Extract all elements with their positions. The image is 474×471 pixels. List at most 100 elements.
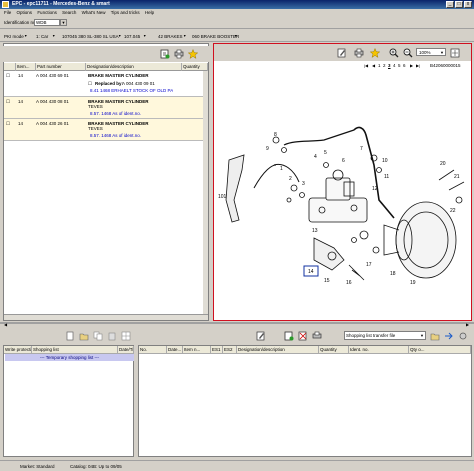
chevron-down-icon[interactable]: ▼ <box>143 34 146 38</box>
grid-icon[interactable] <box>121 331 131 341</box>
edit-icon[interactable] <box>337 48 347 58</box>
chevron-down-icon[interactable]: ▼ <box>234 34 237 38</box>
callout-16[interactable]: 16 <box>346 280 352 286</box>
chevron-down-icon[interactable]: ▼ <box>420 332 424 340</box>
close-button[interactable]: x <box>464 1 472 8</box>
callout-14[interactable]: 14 <box>308 269 314 275</box>
open-icon[interactable] <box>79 331 89 341</box>
star-icon[interactable] <box>370 48 380 58</box>
settings-icon[interactable] <box>458 331 468 341</box>
callout-1[interactable]: 1 <box>280 166 283 172</box>
menu-help[interactable]: Help <box>145 10 154 15</box>
first-page-icon[interactable]: |◀ <box>364 63 368 68</box>
next-page-icon[interactable]: ▶ <box>410 63 413 68</box>
callout-12[interactable]: 12 <box>372 186 378 192</box>
remove-icon[interactable] <box>298 331 308 341</box>
page-5[interactable]: 5 <box>398 63 401 68</box>
callout-10[interactable]: 10 <box>382 158 388 164</box>
col-no[interactable]: No. <box>139 346 167 354</box>
col-designation[interactable]: Designation/description <box>237 346 319 354</box>
table-row[interactable]: ☐ 14 A 004 430 08 01 BRAKE MASTER CYLIND… <box>4 97 208 119</box>
zoom-out-icon[interactable] <box>403 48 413 58</box>
transfer-file-select[interactable]: Shopping list transfer file ▼ <box>344 331 426 340</box>
callout-17[interactable]: 17 <box>366 262 372 268</box>
minimize-button[interactable]: _ <box>446 1 454 8</box>
col-shopping-list[interactable]: Shopping list <box>32 346 118 354</box>
callout-101[interactable]: 101 <box>218 194 227 200</box>
callout-2[interactable]: 2 <box>289 176 292 182</box>
callout-6[interactable]: 6 <box>342 158 345 164</box>
vertical-scrollbar[interactable] <box>203 71 208 314</box>
footnote-link[interactable]: 8.57. 1468 As of ident.no. <box>90 111 141 116</box>
callout-8[interactable]: 8 <box>274 132 277 138</box>
breadcrumb-group[interactable]: 42 BRAKES <box>158 34 183 39</box>
menu-tips[interactable]: Tips and tricks <box>111 10 140 15</box>
col-date[interactable]: Date... <box>167 346 183 354</box>
delete-icon[interactable] <box>107 331 117 341</box>
replaced-by-part[interactable]: A 004 430 09 01 <box>122 81 155 86</box>
row-checkbox[interactable]: ☐ <box>6 121 10 127</box>
callout-15[interactable]: 15 <box>324 278 330 284</box>
new-list-icon[interactable] <box>65 331 75 341</box>
callout-19[interactable]: 19 <box>410 280 416 286</box>
callout-3[interactable]: 3 <box>302 181 305 187</box>
callout-21[interactable]: 21 <box>454 174 460 180</box>
page-1[interactable]: 1 <box>378 63 381 68</box>
chevron-down-icon[interactable]: ▼ <box>52 34 55 38</box>
col-quantity[interactable]: Quantity <box>182 63 208 71</box>
prev-page-icon[interactable]: ◀ <box>372 63 375 68</box>
callout-11[interactable]: 11 <box>384 174 389 180</box>
col-item-no[interactable]: Item n... <box>183 346 211 354</box>
callout-20[interactable]: 20 <box>440 161 446 167</box>
footnote-link[interactable]: 8.41 1468 ERHAELT STOCK OF OLD PA <box>90 88 173 93</box>
menu-whats-new[interactable]: What's New <box>82 10 106 15</box>
callout-4[interactable]: 4 <box>314 154 317 160</box>
breadcrumb-subgroup[interactable]: 060 BRAKE BOOSTER <box>192 34 239 39</box>
page-2[interactable]: 2 <box>383 63 386 68</box>
print-icon[interactable] <box>354 48 364 58</box>
callout-13[interactable]: 13 <box>312 228 318 234</box>
menu-file[interactable]: File <box>4 10 11 15</box>
breadcrumb-mode[interactable]: PKI mode <box>4 34 24 39</box>
chevron-down-icon[interactable]: ▼ <box>60 19 67 26</box>
zoom-in-icon[interactable] <box>389 48 399 58</box>
print-icon[interactable] <box>312 331 322 341</box>
callout-9[interactable]: 9 <box>266 146 269 152</box>
callout-5[interactable]: 5 <box>324 150 327 156</box>
chevron-down-icon[interactable]: ▼ <box>440 49 444 56</box>
chevron-down-icon[interactable]: ▼ <box>24 34 27 38</box>
col-designation[interactable]: Designation/description <box>86 63 182 71</box>
col-es2[interactable]: ES2 <box>223 346 237 354</box>
breadcrumb-type[interactable]: 107.045 <box>124 34 140 39</box>
col-date-time[interactable]: Date/Time <box>118 346 134 354</box>
identification-input[interactable]: WDB <box>34 19 60 26</box>
star-icon[interactable] <box>188 49 198 59</box>
copy-icon[interactable] <box>93 331 103 341</box>
breadcrumb-class[interactable]: 1: Car <box>36 34 48 39</box>
collapse-icon[interactable]: ◀ <box>4 322 7 327</box>
col-qty-other[interactable]: Qty o... <box>409 346 471 354</box>
chevron-down-icon[interactable]: ▼ <box>118 34 121 38</box>
col-quantity[interactable]: Quantity <box>319 346 349 354</box>
callout-7[interactable]: 7 <box>360 146 363 152</box>
col-ident-no[interactable]: Ident. no. <box>349 346 409 354</box>
row-checkbox[interactable]: ☐ <box>6 73 10 79</box>
folder-icon[interactable] <box>430 331 440 341</box>
add-to-list-icon[interactable] <box>284 331 294 341</box>
page-6[interactable]: 6 <box>403 63 406 68</box>
fit-to-window-icon[interactable] <box>450 48 460 58</box>
callout-22[interactable]: 22 <box>450 208 456 214</box>
col-es1[interactable]: ES1 <box>211 346 223 354</box>
edit-icon[interactable] <box>256 331 266 341</box>
table-row[interactable]: ☐ 14 A 004 430 69 01 BRAKE MASTER CYLIND… <box>4 71 208 97</box>
page-4[interactable]: 4 <box>393 63 396 68</box>
footnote-link[interactable]: 8.57. 1468 As of ident.no. <box>90 133 141 138</box>
expand-icon[interactable]: ▶ <box>466 322 469 327</box>
exploded-parts-diagram[interactable]: 14 101 8 9 1 2 3 4 5 6 7 10 11 12 13 15 … <box>214 70 469 320</box>
zoom-select[interactable]: 100% ▼ <box>416 48 446 56</box>
col-part-number[interactable]: Part number <box>36 63 86 71</box>
col-write-protection[interactable]: Write protection <box>4 346 32 354</box>
transfer-icon[interactable] <box>444 331 454 341</box>
horizontal-scrollbar[interactable] <box>4 314 208 320</box>
maximize-button[interactable]: □ <box>455 1 463 8</box>
